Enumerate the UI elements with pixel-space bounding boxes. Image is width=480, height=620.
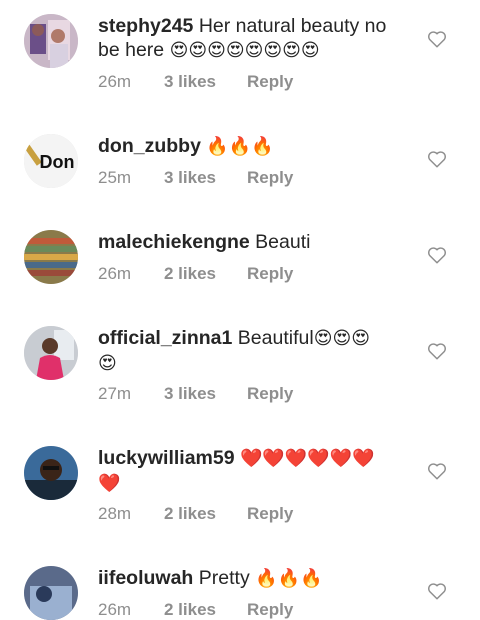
avatar[interactable] (24, 566, 78, 620)
comment-likes[interactable]: 2 likes (164, 600, 247, 620)
reply-button[interactable]: Reply (247, 384, 293, 404)
comment-text: luckywilliam59 ❤️❤️❤️❤️❤️❤️ ❤️ (98, 446, 408, 496)
avatar[interactable]: Don (24, 134, 78, 188)
comment-emoji: 😍 (98, 353, 117, 374)
comment-meta: 26m 3 likes Reply (98, 72, 293, 92)
comment-time: 26m (98, 264, 132, 283)
comment-likes[interactable]: 2 likes (164, 264, 247, 284)
comment-emoji: 🔥🔥🔥 (255, 568, 323, 589)
heart-outline-icon[interactable] (427, 342, 447, 360)
comment-meta: 28m 2 likes Reply (98, 504, 293, 524)
comment-text: stephy245 Her natural beauty no be here … (98, 14, 408, 63)
comment-likes[interactable]: 3 likes (164, 168, 247, 188)
reply-button[interactable]: Reply (247, 264, 293, 284)
reply-button[interactable]: Reply (247, 504, 293, 524)
comment-meta: 27m 3 likes Reply (98, 384, 293, 404)
comment-username[interactable]: don_zubby (98, 135, 201, 157)
heart-outline-icon[interactable] (427, 30, 447, 48)
comment-text: official_zinna1 Beautiful😍😍😍 😍 (98, 326, 408, 376)
comment-body: luckywilliam59 ❤️❤️❤️❤️❤️❤️ ❤️ (98, 446, 408, 496)
comment-likes[interactable]: 2 likes (164, 504, 247, 524)
comment-likes[interactable]: 3 likes (164, 384, 247, 404)
avatar[interactable] (24, 230, 78, 284)
comment-time: 26m (98, 72, 132, 91)
heart-outline-icon[interactable] (427, 246, 447, 264)
heart-outline-icon[interactable] (427, 582, 447, 600)
heart-outline-icon[interactable] (427, 150, 447, 168)
comment-meta: 25m 3 likes Reply (98, 168, 293, 188)
comment-text: iifeoluwah Pretty 🔥🔥🔥 (98, 566, 408, 591)
comment-meta: 26m 2 likes Reply (98, 264, 293, 284)
comment-content: Beauti (255, 231, 311, 253)
comment-time: 27m (98, 384, 132, 403)
comment-body: iifeoluwah Pretty 🔥🔥🔥 (98, 566, 408, 591)
comment-time: 25m (98, 168, 132, 187)
reply-button[interactable]: Reply (247, 168, 293, 188)
comment-text: malechiekengne Beauti (98, 230, 408, 254)
comment-text: don_zubby 🔥🔥🔥 (98, 134, 408, 159)
comment-username[interactable]: malechiekengne (98, 231, 250, 253)
comment-emoji: ❤️❤️❤️❤️❤️❤️ (240, 448, 375, 469)
avatar[interactable] (24, 326, 78, 380)
avatar-logo-text: Don (40, 152, 75, 172)
comment-meta: 26m 2 likes Reply (98, 600, 293, 620)
comment-time: 26m (98, 600, 132, 619)
comment-username[interactable]: iifeoluwah (98, 567, 193, 589)
avatar[interactable] (24, 14, 78, 68)
comment-time: 28m (98, 504, 132, 523)
comment-emoji: ❤️ (98, 473, 121, 494)
comment-likes[interactable]: 3 likes (164, 72, 247, 92)
reply-button[interactable]: Reply (247, 600, 293, 620)
comment-emoji: 🔥🔥🔥 (206, 136, 274, 157)
comment-username[interactable]: luckywilliam59 (98, 447, 235, 469)
comment-emoji: 😍😍😍😍😍😍😍😍 (169, 40, 320, 61)
comment-body: official_zinna1 Beautiful😍😍😍 😍 (98, 326, 408, 376)
comment-emoji: 😍😍😍 (313, 328, 370, 349)
comment-body: stephy245 Her natural beauty no be here … (98, 14, 408, 63)
comment-username[interactable]: official_zinna1 (98, 327, 232, 349)
heart-outline-icon[interactable] (427, 462, 447, 480)
reply-button[interactable]: Reply (247, 72, 293, 92)
comments-list: stephy245 Her natural beauty no be here … (0, 0, 480, 620)
comment-body: malechiekengne Beauti (98, 230, 408, 254)
comment-body: don_zubby 🔥🔥🔥 (98, 134, 408, 159)
comment-username[interactable]: stephy245 (98, 15, 193, 37)
comment-content: Pretty (198, 567, 250, 589)
comment-content: Beautiful (237, 327, 314, 349)
avatar[interactable] (24, 446, 78, 500)
